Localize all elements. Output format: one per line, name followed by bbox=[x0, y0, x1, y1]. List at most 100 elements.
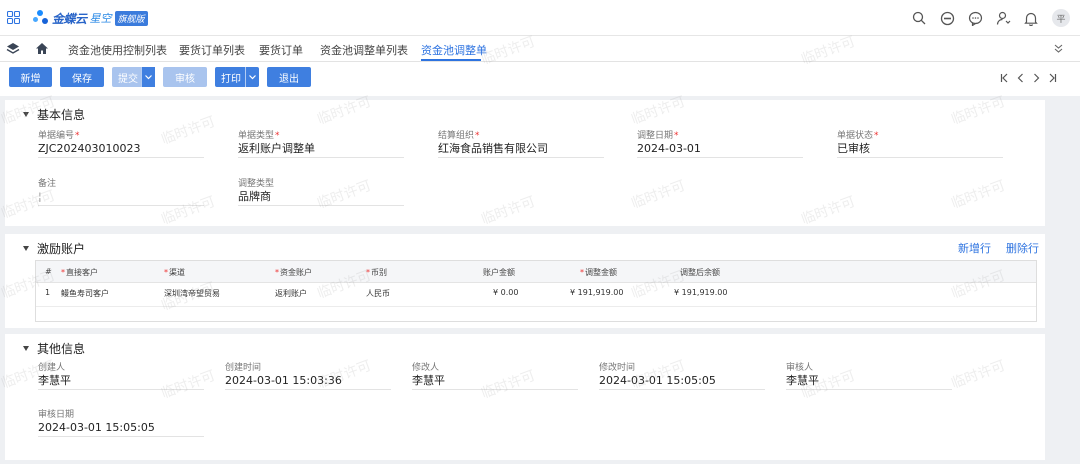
bill-type-field[interactable]: 单据类型* 返利账户调整单 bbox=[238, 128, 404, 158]
settle-org-field[interactable]: 结算组织* 红海食品销售有限公司 bbox=[438, 128, 604, 158]
collapse-triangle-icon bbox=[23, 112, 29, 117]
minus-circle-icon[interactable] bbox=[938, 9, 956, 27]
creator-label: 创建人 bbox=[38, 363, 66, 373]
audit-date-value: 2024-03-01 15:05:05 bbox=[38, 419, 204, 437]
delete-row-link[interactable]: 删除行 bbox=[1006, 240, 1039, 256]
brand-name: 金蝶云 bbox=[52, 11, 87, 26]
modify-time-value: 2024-03-01 15:05:05 bbox=[599, 372, 765, 390]
search-icon[interactable] bbox=[910, 9, 928, 27]
incentive-header[interactable]: 激励账户 bbox=[23, 240, 85, 257]
tab-fund-pool-adjust[interactable]: 资金池调整单 bbox=[421, 42, 487, 58]
settle-org-value[interactable]: 红海食品销售有限公司 bbox=[438, 140, 604, 158]
adjust-date-field[interactable]: 调整日期* 2024-03-01 bbox=[637, 128, 803, 158]
col-customer[interactable]: *直接客户 bbox=[61, 267, 98, 278]
creator-field: 创建人 李慧平 bbox=[38, 360, 204, 390]
col-index: # bbox=[45, 267, 52, 276]
incentive-grid: # *直接客户 *渠道 *资金账户 *币别 账户金额 *调整金额 调整后余额 1… bbox=[35, 260, 1037, 322]
modifier-label: 修改人 bbox=[412, 363, 440, 373]
brand-logo[interactable]: 金蝶云 星空 旗舰版 bbox=[33, 8, 148, 28]
row-currency[interactable]: 人民币 bbox=[366, 288, 390, 299]
required-mark: * bbox=[874, 131, 879, 141]
basic-info-panel: 基本信息 单据编号* ZJC202403010023 单据类型* 返利账户调整单… bbox=[5, 100, 1045, 226]
exit-button[interactable]: 退出 bbox=[267, 67, 311, 87]
row-account[interactable]: 返利账户 bbox=[275, 288, 307, 299]
last-record-icon[interactable] bbox=[1044, 70, 1060, 86]
col-channel[interactable]: *渠道 bbox=[164, 267, 185, 278]
user-avatar[interactable]: 平 bbox=[1052, 9, 1070, 27]
row-after: ¥ 191,919.00 bbox=[674, 288, 728, 297]
new-button[interactable]: 新增 bbox=[9, 67, 52, 87]
col-balance[interactable]: 账户金额 bbox=[483, 267, 515, 278]
tab-fund-pool-control-list[interactable]: 资金池使用控制列表 bbox=[68, 42, 167, 58]
active-tab-indicator bbox=[421, 59, 481, 61]
collapse-triangle-icon bbox=[23, 346, 29, 351]
chevron-down-icon bbox=[145, 74, 152, 79]
modifier-value: 李慧平 bbox=[412, 372, 578, 390]
adjust-type-field[interactable]: 调整类型 品牌商 bbox=[238, 176, 404, 206]
tab-fund-pool-adjust-list[interactable]: 资金池调整单列表 bbox=[320, 42, 408, 58]
col-after[interactable]: 调整后余额 bbox=[680, 267, 720, 278]
submit-label: 提交 bbox=[118, 73, 138, 85]
kingdee-logo-icon bbox=[33, 10, 49, 26]
bill-number-value[interactable]: ZJC202403010023 bbox=[38, 140, 204, 158]
save-button[interactable]: 保存 bbox=[60, 67, 104, 87]
col-account[interactable]: *资金账户 bbox=[275, 267, 312, 278]
submit-dropdown[interactable] bbox=[141, 67, 155, 87]
tab-requisition-order[interactable]: 要货订单 bbox=[259, 42, 303, 58]
adjust-date-value[interactable]: 2024-03-01 bbox=[637, 140, 803, 158]
create-time-field: 创建时间 2024-03-01 15:03:36 bbox=[225, 360, 391, 390]
bill-status-field: 单据状态* 已审核 bbox=[837, 128, 1003, 158]
tab-requisition-list[interactable]: 要货订单列表 bbox=[179, 42, 245, 58]
adjust-type-value[interactable]: 品牌商 bbox=[238, 188, 404, 206]
bill-type-value[interactable]: 返利账户调整单 bbox=[238, 140, 404, 158]
user-settings-icon[interactable] bbox=[994, 9, 1012, 27]
auditor-field: 审核人 李慧平 bbox=[786, 360, 952, 390]
bell-icon[interactable] bbox=[1022, 9, 1040, 27]
modifier-field: 修改人 李慧平 bbox=[412, 360, 578, 390]
incentive-title: 激励账户 bbox=[37, 242, 86, 256]
audit-button[interactable]: 审核 bbox=[163, 67, 207, 87]
row-customer[interactable]: 鳗鱼寿司客户 bbox=[61, 288, 109, 299]
message-icon[interactable] bbox=[966, 9, 984, 27]
other-info-title: 其他信息 bbox=[37, 342, 86, 356]
next-record-icon[interactable] bbox=[1028, 70, 1044, 86]
create-time-label: 创建时间 bbox=[225, 363, 262, 373]
print-label: 打印 bbox=[221, 73, 241, 85]
top-bar: 金蝶云 星空 旗舰版 平 bbox=[0, 0, 1080, 36]
add-row-link[interactable]: 新增行 bbox=[958, 240, 991, 256]
auditor-label: 审核人 bbox=[786, 363, 814, 373]
modify-time-field: 修改时间 2024-03-01 15:05:05 bbox=[599, 360, 765, 390]
audit-date-field: 审核日期 2024-03-01 15:05:05 bbox=[38, 407, 204, 437]
first-record-icon[interactable] bbox=[996, 70, 1012, 86]
layers-icon[interactable] bbox=[6, 42, 20, 59]
row-channel[interactable]: 深圳湾帝望贸易 bbox=[164, 288, 220, 299]
collapse-triangle-icon bbox=[23, 246, 29, 251]
grid-header: # *直接客户 *渠道 *资金账户 *币别 账户金额 *调整金额 调整后余额 bbox=[36, 261, 1036, 283]
incentive-account-panel: 激励账户 新增行 删除行 # *直接客户 *渠道 *资金账户 *币别 账户金额 … bbox=[5, 234, 1045, 328]
remark-value[interactable]: ¦ bbox=[38, 188, 204, 206]
bill-number-field[interactable]: 单据编号* ZJC202403010023 bbox=[38, 128, 204, 158]
other-info-panel: 其他信息 创建人 李慧平 创建时间 2024-03-01 15:03:36 修改… bbox=[5, 334, 1045, 460]
chevron-down-icon bbox=[249, 74, 256, 79]
col-currency[interactable]: *币别 bbox=[366, 267, 387, 278]
basic-info-title: 基本信息 bbox=[37, 108, 86, 122]
home-icon[interactable] bbox=[35, 42, 49, 58]
row-balance: ¥ 0.00 bbox=[493, 288, 519, 297]
double-chevron-down-icon[interactable] bbox=[1053, 43, 1064, 57]
table-row[interactable]: 1 鳗鱼寿司客户 深圳湾帝望贸易 返利账户 人民币 ¥ 0.00 ¥ 191,9… bbox=[36, 283, 1036, 307]
create-time-value: 2024-03-01 15:03:36 bbox=[225, 372, 391, 390]
submit-button[interactable]: 提交 bbox=[112, 67, 155, 87]
print-button[interactable]: 打印 bbox=[215, 67, 259, 87]
col-adjust[interactable]: *调整金额 bbox=[580, 267, 617, 278]
bill-status-value: 已审核 bbox=[837, 140, 1003, 158]
basic-info-header[interactable]: 基本信息 bbox=[23, 106, 85, 123]
row-index: 1 bbox=[45, 288, 51, 297]
other-info-header[interactable]: 其他信息 bbox=[23, 340, 85, 357]
prev-record-icon[interactable] bbox=[1012, 70, 1028, 86]
remark-field[interactable]: 备注 ¦ bbox=[38, 176, 204, 206]
auditor-value: 李慧平 bbox=[786, 372, 952, 390]
print-dropdown[interactable] bbox=[245, 67, 259, 87]
app-grid-icon[interactable] bbox=[7, 11, 20, 24]
tab-bar: 资金池使用控制列表 要货订单列表 要货订单 资金池调整单列表 资金池调整单 bbox=[0, 36, 1080, 62]
row-adjust[interactable]: ¥ 191,919.00 bbox=[570, 288, 623, 297]
